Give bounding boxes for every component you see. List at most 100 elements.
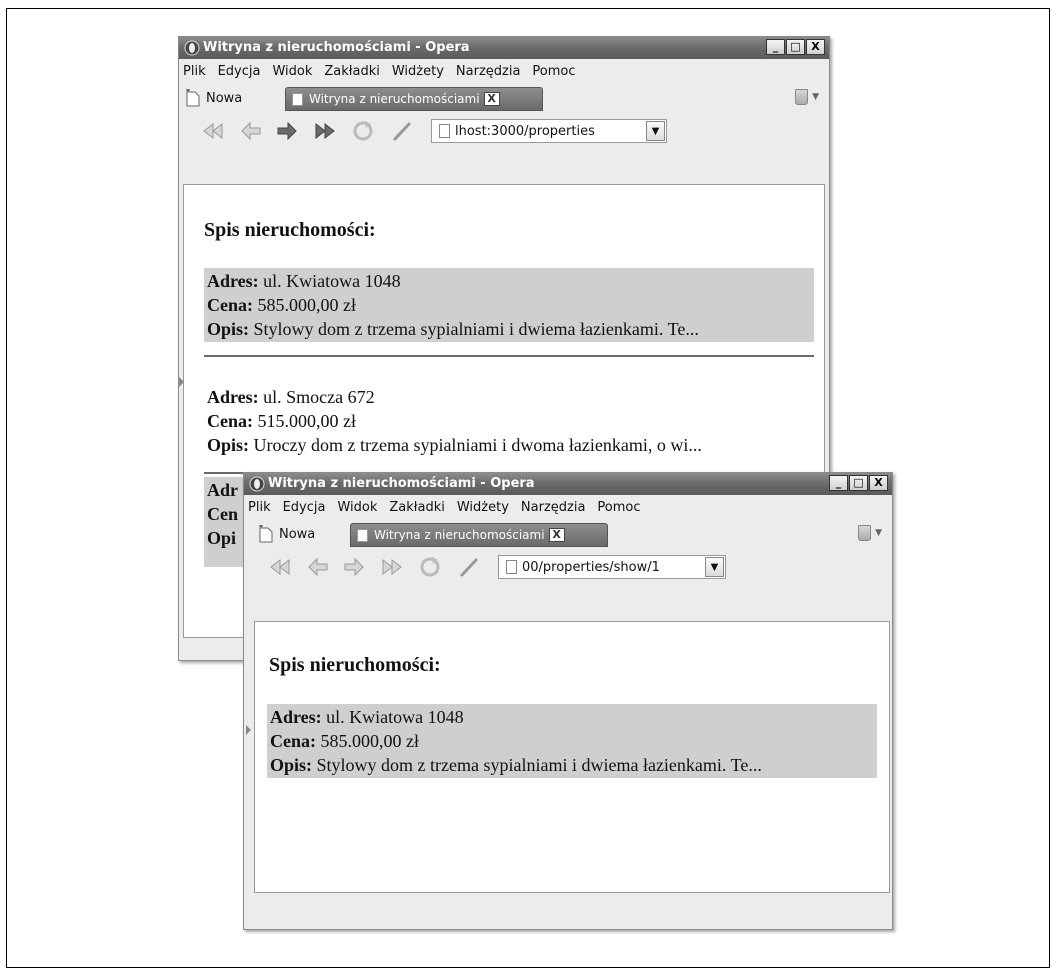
opis-value: Uroczy dom z trzema sypialniami i dwoma … [253, 435, 702, 455]
navigation-toolbar: lhost:3000/properties ▼ [179, 113, 829, 149]
rewind-icon[interactable] [201, 119, 225, 143]
document-icon [439, 124, 450, 138]
edit-icon[interactable] [391, 119, 415, 143]
dropdown-arrow-icon[interactable]: ▼ [646, 121, 665, 141]
menu-widzety[interactable]: Widżety [457, 500, 509, 515]
document-icon [506, 560, 517, 574]
new-tab-button[interactable]: Nowa [185, 86, 242, 110]
window-title: Witryna z nieruchomościami - Opera [203, 40, 470, 55]
close-button[interactable]: X [806, 39, 825, 55]
menu-pomoc[interactable]: Pomoc [532, 64, 575, 79]
new-tab-icon [259, 525, 273, 543]
side-panel-handle-icon[interactable] [179, 377, 184, 387]
menu-plik[interactable]: Plik [183, 64, 206, 79]
minimize-button[interactable]: _ [766, 39, 785, 55]
menu-widok[interactable]: Widok [337, 500, 377, 515]
menu-narzedzia[interactable]: Narzędzia [521, 500, 586, 515]
tab-label: Witryna z nieruchomościami [309, 92, 480, 106]
tab-close-icon[interactable]: X [548, 528, 565, 542]
opis-label: Opis: [270, 755, 313, 775]
edit-icon[interactable] [458, 555, 482, 579]
adres-label: Adres: [207, 271, 259, 291]
cena-value: 585.000,00 zł [257, 295, 357, 315]
tab-active[interactable]: Witryna z nieruchomościami X [350, 523, 608, 547]
menu-zakladki[interactable]: Zakładki [389, 500, 444, 515]
address-bar[interactable]: 00/properties/show/1 ▼ [498, 555, 726, 579]
maximize-button[interactable]: □ [849, 475, 868, 491]
back-icon[interactable] [306, 555, 330, 579]
adres-value: ul. Smocza 672 [263, 387, 375, 407]
cena-label: Cena: [270, 731, 316, 751]
adres-value: ul. Kwiatowa 1048 [263, 271, 401, 291]
cena-label: Cena: [207, 411, 253, 431]
opis-value: Stylowy dom z trzema sypialniami i dwiem… [253, 319, 699, 339]
new-tab-icon [186, 89, 200, 107]
new-tab-label: Nowa [206, 90, 243, 106]
back-icon[interactable] [239, 119, 263, 143]
trash-icon [795, 89, 809, 105]
minimize-button[interactable]: _ [829, 475, 848, 491]
forward-icon[interactable] [275, 119, 299, 143]
menu-widok[interactable]: Widok [272, 64, 312, 79]
menu-zakladki[interactable]: Zakładki [324, 64, 379, 79]
menu-edycja[interactable]: Edycja [283, 500, 326, 515]
menu-widzety[interactable]: Widżety [392, 64, 444, 79]
title-bar[interactable]: Witryna z nieruchomościami - Opera _ □ X [244, 473, 892, 495]
trash-icon [858, 525, 872, 541]
trash-button[interactable]: ▼ [858, 525, 882, 541]
maximize-button[interactable]: □ [786, 39, 805, 55]
tab-bar: Nowa Witryna z nieruchomościami X ▼ [244, 519, 892, 549]
close-button[interactable]: X [869, 475, 888, 491]
adres-label: Adres: [270, 707, 322, 727]
tab-label: Witryna z nieruchomościami [374, 528, 545, 542]
property-item: Adres: ul. Kwiatowa 1048 Cena: 585.000,0… [204, 268, 814, 342]
forward-icon[interactable] [342, 555, 366, 579]
document-icon [292, 92, 303, 106]
menu-narzedzia[interactable]: Narzędzia [456, 64, 521, 79]
menu-bar: Plik Edycja Widok Zakładki Widżety Narzę… [179, 59, 829, 83]
dropdown-arrow-icon[interactable]: ▼ [705, 557, 724, 577]
rewind-icon[interactable] [268, 555, 292, 579]
navigation-toolbar: 00/properties/show/1 ▼ [244, 549, 892, 585]
address-text: 00/properties/show/1 [522, 559, 660, 575]
opis-label: Opi [207, 528, 237, 548]
document-icon [357, 528, 368, 542]
page-heading: Spis nieruchomości: [269, 654, 441, 676]
tab-bar: Nowa Witryna z nieruchomościami X ▼ [179, 83, 829, 113]
adres-value: ul. Kwiatowa 1048 [326, 707, 464, 727]
fast-forward-icon[interactable] [313, 119, 337, 143]
side-panel-handle-icon[interactable] [246, 725, 251, 735]
adres-label: Adres: [207, 387, 259, 407]
menu-plik[interactable]: Plik [248, 500, 271, 515]
tab-close-icon[interactable]: X [483, 92, 500, 106]
address-bar[interactable]: lhost:3000/properties ▼ [431, 119, 667, 143]
menu-bar: Plik Edycja Widok Zakładki Widżety Narzę… [244, 495, 892, 519]
browser-window-front: Witryna z nieruchomościami - Opera _ □ X… [243, 472, 893, 930]
opis-label: Opis: [207, 435, 250, 455]
opis-label: Opis: [207, 319, 250, 339]
reload-icon[interactable] [418, 555, 442, 579]
cena-value: 515.000,00 zł [257, 411, 357, 431]
menu-pomoc[interactable]: Pomoc [597, 500, 640, 515]
opera-logo-icon [249, 476, 265, 492]
chevron-down-icon: ▼ [812, 92, 819, 102]
trash-button[interactable]: ▼ [795, 89, 819, 105]
opera-logo-icon [184, 40, 200, 56]
chevron-down-icon: ▼ [875, 528, 882, 538]
tab-active[interactable]: Witryna z nieruchomościami X [285, 87, 543, 111]
adres-label: Adr [207, 480, 238, 500]
fast-forward-icon[interactable] [380, 555, 404, 579]
cena-label: Cena: [207, 295, 253, 315]
opis-value: Stylowy dom z trzema sypialniami i dwiem… [316, 755, 762, 775]
title-bar[interactable]: Witryna z nieruchomościami - Opera _ □ X [179, 37, 829, 59]
property-item: Adres: ul. Kwiatowa 1048 Cena: 585.000,0… [267, 704, 877, 778]
new-tab-label: Nowa [279, 526, 316, 542]
new-tab-button[interactable]: Nowa [258, 522, 315, 546]
divider [204, 355, 814, 357]
address-text: lhost:3000/properties [455, 123, 595, 139]
menu-edycja[interactable]: Edycja [218, 64, 261, 79]
window-title: Witryna z nieruchomościami - Opera [268, 476, 535, 491]
reload-icon[interactable] [351, 119, 375, 143]
page-heading: Spis nieruchomości: [204, 219, 376, 241]
cena-label: Cen [207, 504, 238, 524]
